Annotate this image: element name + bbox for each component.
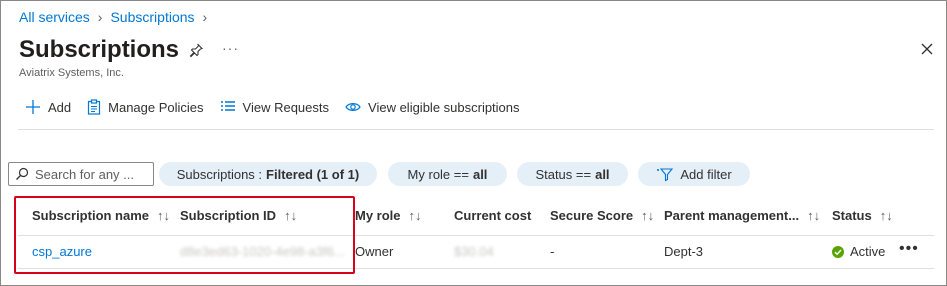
more-options-icon[interactable]: ··· [222, 40, 239, 56]
cost-value: $30.04 [454, 244, 494, 259]
status-badge: Active [832, 244, 885, 259]
close-icon[interactable] [919, 41, 935, 57]
add-button[interactable]: Add [25, 99, 71, 115]
add-filter-label: Add filter [680, 166, 732, 182]
chevron-right-icon: › [97, 9, 103, 25]
sort-icon[interactable]: ↑↓ [807, 208, 820, 223]
view-eligible-label: View eligible subscriptions [368, 99, 520, 115]
role-value: Owner [355, 244, 394, 259]
manage-policies-label: Manage Policies [108, 99, 204, 115]
column-header-status[interactable]: Status ↑↓ [832, 208, 893, 223]
eye-icon [345, 103, 361, 111]
highlight-box [14, 196, 355, 274]
breadcrumb-all-services[interactable]: All services [19, 9, 90, 25]
column-header-label: Parent management... [664, 208, 800, 223]
page-title: Subscriptions [19, 36, 180, 63]
sort-icon[interactable]: ↑↓ [641, 208, 654, 223]
manage-policies-button[interactable]: Manage Policies [87, 99, 204, 115]
add-filter-icon [657, 168, 674, 182]
chevron-right-icon: › [202, 9, 208, 25]
add-button-label: Add [48, 99, 72, 115]
status-text: Active [850, 244, 886, 259]
row-more-icon[interactable]: ••• [899, 240, 919, 258]
view-requests-label: View Requests [242, 99, 330, 115]
breadcrumb: All services › Subscriptions › [19, 9, 215, 25]
toolbar-divider [18, 129, 934, 130]
list-icon [220, 101, 235, 111]
subscriptions-filter-prefix: Subscriptions : [176, 166, 263, 182]
column-header-current-cost[interactable]: Current cost [454, 208, 531, 223]
column-header-label: Status [832, 208, 872, 223]
search-icon [16, 167, 29, 180]
sort-icon[interactable]: ↑↓ [880, 208, 893, 223]
column-header-label: Secure Score [550, 208, 634, 223]
column-header-label: My role [355, 208, 401, 223]
column-header-parent-management[interactable]: Parent management... ↑↓ [664, 208, 820, 223]
role-filter-value: all [472, 166, 488, 182]
role-filter-prefix: My role == [407, 166, 469, 182]
sort-icon[interactable]: ↑↓ [409, 208, 422, 223]
column-header-my-role[interactable]: My role ↑↓ [355, 208, 422, 223]
role-filter-pill[interactable]: My role == all [388, 162, 507, 186]
view-requests-button[interactable]: View Requests [220, 100, 329, 115]
checkmark-circle-icon [832, 245, 844, 258]
status-filter-value: all [595, 166, 610, 182]
pin-icon[interactable] [188, 42, 204, 58]
column-header-secure-score[interactable]: Secure Score ↑↓ [550, 208, 654, 223]
subscriptions-filter-value: Filtered (1 of 1) [266, 166, 360, 182]
secure-score-value: - [550, 244, 555, 259]
status-filter-prefix: Status == [535, 166, 592, 182]
breadcrumb-subscriptions[interactable]: Subscriptions [110, 9, 194, 25]
add-filter-button[interactable]: Add filter [638, 162, 750, 186]
command-bar: Add Manage Policies View Requests View e… [25, 99, 536, 115]
status-filter-pill[interactable]: Status == all [517, 162, 628, 186]
column-header-label: Current cost [454, 208, 532, 223]
parent-management-value: Dept-3 [664, 244, 704, 259]
plus-icon [26, 100, 40, 114]
subscriptions-filter-pill[interactable]: Subscriptions : Filtered (1 of 1) [159, 162, 377, 186]
clipboard-icon [88, 99, 101, 115]
search-placeholder: Search for any ... [35, 166, 134, 182]
page-subtitle: Aviatrix Systems, Inc. [19, 67, 124, 79]
search-input[interactable]: Search for any ... [8, 162, 154, 186]
view-eligible-button[interactable]: View eligible subscriptions [345, 100, 520, 115]
